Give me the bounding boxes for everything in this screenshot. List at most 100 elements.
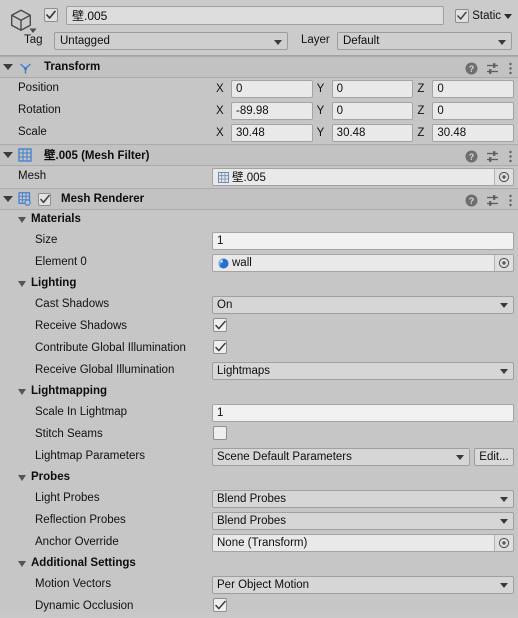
stitch-seams-label: Stitch Seams (35, 428, 103, 440)
element0-object-field[interactable]: wall (212, 254, 514, 272)
scale-z-input[interactable]: 30.48 (432, 124, 515, 142)
transform-rotation-row: Rotation X -89.98 Y0 Z0 (0, 100, 518, 122)
materials-size-input[interactable]: 1 (212, 232, 514, 250)
layer-label: Layer (301, 34, 330, 46)
contribute-gi-checkbox[interactable] (213, 340, 227, 354)
preset-icon[interactable] (486, 194, 500, 207)
unity-inspector-panel: 壁.005 Static Tag Untagged Layer Default (0, 0, 518, 612)
svg-text:?: ? (469, 64, 475, 74)
kebab-menu-icon[interactable] (508, 62, 513, 75)
rotation-x-input[interactable]: -89.98 (231, 102, 313, 120)
component-header-mesh-filter[interactable]: 壁.005 (Mesh Filter) ? (0, 144, 518, 166)
mesh-renderer-enabled-checkbox[interactable] (38, 192, 51, 206)
kebab-menu-icon[interactable] (508, 150, 513, 163)
light-probes-dropdown[interactable]: Blend Probes (212, 490, 514, 508)
position-z-input[interactable]: 0 (432, 80, 515, 98)
axis-label-y: Y (316, 105, 325, 117)
reflection-probes-dropdown[interactable]: Blend Probes (212, 512, 514, 530)
group-label: Lighting (31, 277, 77, 289)
help-icon[interactable]: ? (465, 62, 478, 75)
mesh-filter-properties: Mesh 壁.005 (0, 166, 518, 188)
chevron-down-icon (498, 40, 506, 45)
motion-vectors-value: Per Object Motion (217, 579, 310, 591)
svg-text:?: ? (469, 152, 475, 162)
mesh-renderer-properties: Materials Size 1 Element 0 wall Lighting… (0, 210, 518, 618)
transform-scale-row: Scale X 30.48 Y 30.48 Z 30.48 (0, 122, 518, 144)
group-lighting[interactable]: Lighting (0, 274, 518, 294)
group-label: Additional Settings (31, 557, 136, 569)
static-checkbox[interactable] (455, 9, 470, 23)
group-additional-settings[interactable]: Additional Settings (0, 554, 518, 574)
lightmap-parameters-edit-button[interactable]: Edit... (474, 448, 514, 466)
object-picker-icon[interactable] (494, 535, 513, 551)
foldout-transform[interactable] (0, 56, 16, 78)
component-tools: ? (465, 189, 513, 211)
element0-label: Element 0 (35, 256, 87, 268)
rotation-x: X -89.98 (212, 102, 313, 120)
tag-layer-row: Tag Untagged Layer Default (20, 31, 514, 51)
receive-gi-dropdown[interactable]: Lightmaps (212, 362, 514, 380)
foldout-mesh-renderer[interactable] (0, 188, 16, 210)
help-icon[interactable]: ? (465, 150, 478, 163)
preset-icon[interactable] (486, 62, 500, 75)
stitch-seams-row: Stitch Seams (0, 424, 518, 446)
receive-shadows-checkbox[interactable] (213, 318, 227, 332)
scale-in-lightmap-input[interactable]: 1 (212, 404, 514, 422)
cast-shadows-value: On (217, 299, 233, 311)
object-picker-icon[interactable] (494, 169, 513, 185)
receive-gi-label: Receive Global Illumination (35, 364, 175, 376)
rotation-z-input[interactable]: 0 (432, 102, 515, 120)
mesh-value: 壁.005 (232, 172, 266, 184)
chevron-down-icon (500, 369, 508, 374)
static-dropdown-icon[interactable] (504, 13, 512, 19)
mesh-renderer-icon (16, 190, 34, 208)
dynamic-occlusion-row: Dynamic Occlusion (0, 596, 518, 618)
layer-dropdown[interactable]: Default (337, 32, 512, 50)
help-icon[interactable]: ? (465, 194, 478, 207)
rotation-y: Y0 (313, 102, 414, 120)
tag-dropdown[interactable]: Untagged (54, 32, 288, 50)
kebab-menu-icon[interactable] (508, 194, 513, 207)
receive-gi-row: Receive Global Illumination Lightmaps (0, 360, 518, 382)
anchor-override-value: None (Transform) (217, 537, 308, 549)
receive-gi-value: Lightmaps (217, 365, 271, 377)
dynamic-occlusion-checkbox[interactable] (213, 598, 227, 612)
cast-shadows-dropdown[interactable]: On (212, 296, 514, 314)
stitch-seams-checkbox[interactable] (213, 426, 227, 440)
component-title: 壁.005 (Mesh Filter) (44, 150, 150, 162)
scale-y-input[interactable]: 30.48 (331, 124, 414, 142)
component-tools: ? (465, 57, 513, 79)
cast-shadows-row: Cast Shadows On (0, 294, 518, 316)
transform-icon (16, 58, 34, 76)
component-title: Mesh Renderer (61, 193, 145, 205)
component-header-transform[interactable]: Transform ? (0, 56, 518, 78)
group-lightmapping[interactable]: Lightmapping (0, 382, 518, 402)
position-x-input[interactable]: 0 (231, 80, 313, 98)
component-header-mesh-renderer[interactable]: Mesh Renderer ? (0, 188, 518, 210)
axis-label-y: Y (316, 127, 325, 139)
rotation-z: Z0 (413, 102, 515, 120)
reflection-probes-label: Reflection Probes (35, 514, 126, 526)
anchor-override-object-field[interactable]: None (Transform) (212, 534, 514, 552)
group-probes[interactable]: Probes (0, 468, 518, 488)
object-picker-icon[interactable] (494, 255, 513, 271)
lightmap-parameters-dropdown[interactable]: Scene Default Parameters (212, 448, 470, 466)
foldout-triangle-icon (18, 561, 26, 567)
gameobject-name-input[interactable]: 壁.005 (66, 6, 444, 25)
preset-icon[interactable] (486, 150, 500, 163)
chevron-down-icon (500, 519, 508, 524)
foldout-mesh-filter[interactable] (0, 144, 16, 166)
group-materials[interactable]: Materials (0, 210, 518, 230)
motion-vectors-dropdown[interactable]: Per Object Motion (212, 576, 514, 594)
mesh-object-field[interactable]: 壁.005 (212, 168, 514, 186)
material-sphere-icon (216, 257, 230, 270)
scale-x: X 30.48 (212, 124, 313, 142)
position-y-input[interactable]: 0 (331, 80, 414, 98)
mesh-row: Mesh 壁.005 (0, 166, 518, 188)
static-control[interactable]: Static (455, 7, 512, 25)
rotation-y-input[interactable]: 0 (331, 102, 414, 120)
receive-shadows-row: Receive Shadows (0, 316, 518, 338)
gameobject-active-checkbox[interactable] (44, 8, 58, 22)
scale-x-input[interactable]: 30.48 (231, 124, 313, 142)
contribute-gi-row: Contribute Global Illumination (0, 338, 518, 360)
